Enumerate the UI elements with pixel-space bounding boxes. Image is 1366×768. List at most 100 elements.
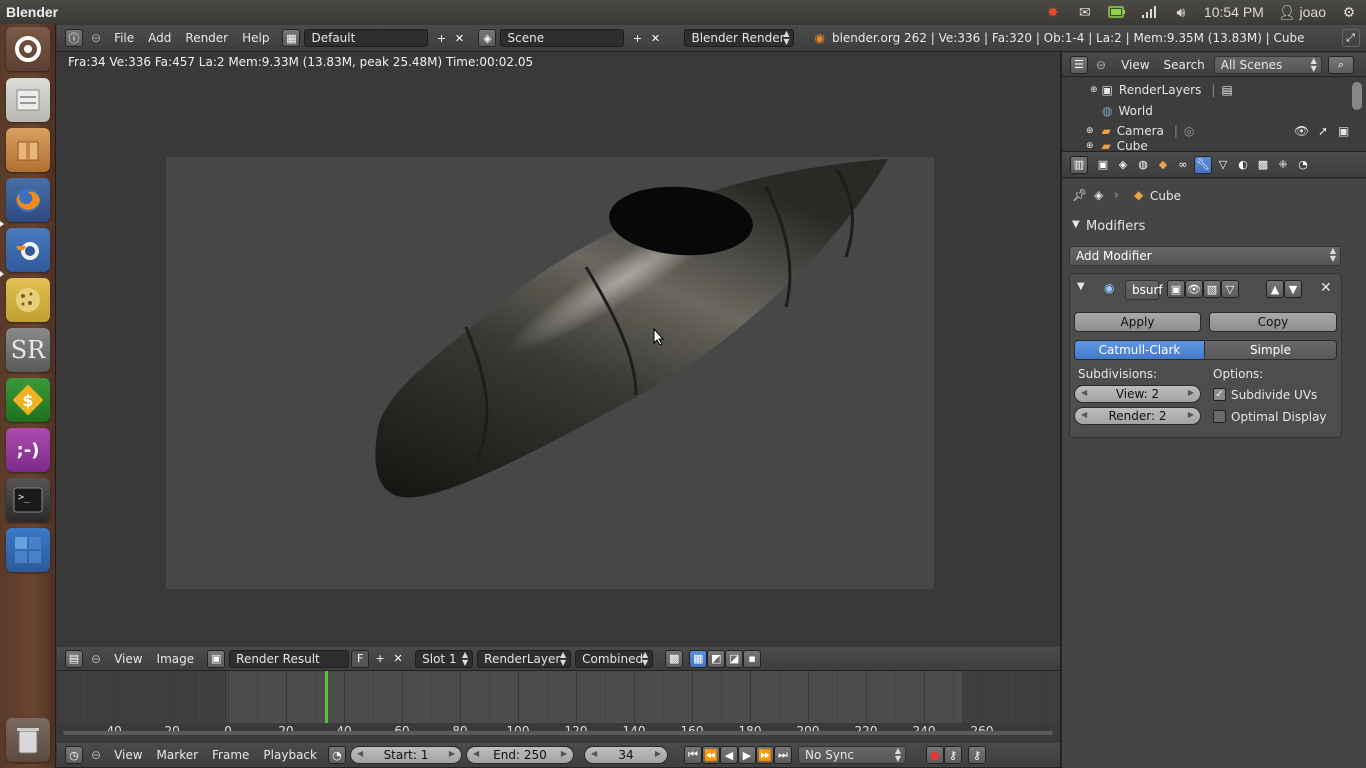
firefox-icon[interactable] [6,178,50,222]
archive-manager-icon[interactable] [6,128,50,172]
scene-icon[interactable]: ◈ [478,29,497,47]
expand-icon[interactable]: ⊕ [1086,126,1094,136]
workspace-switcher-icon[interactable] [6,528,50,572]
editor-type-timeline-icon[interactable]: ◷ [65,746,83,764]
image-name-field[interactable]: Render Result [229,649,350,668]
dash-home-icon[interactable] [6,27,50,71]
money-app-icon[interactable]: $ [6,378,50,422]
new-image-icon[interactable]: + [371,650,389,668]
on-cage-toggle-icon[interactable]: ▽ [1221,280,1239,298]
add-layout-icon[interactable]: + [432,29,450,47]
slot-select[interactable]: Slot 1 ▲ ▼ [415,649,474,668]
search-icon[interactable]: ⌕ [1327,55,1354,74]
expand-icon[interactable]: ⊕ [1086,141,1094,151]
fullscreen-icon[interactable]: ⤢ [1341,29,1360,47]
trash-icon[interactable] [6,718,50,762]
render-engine-select[interactable]: Blender Render ▲ ▼ [684,29,795,47]
sr-app-icon[interactable]: SR [6,328,50,372]
menu-frame[interactable]: Frame [205,748,256,762]
selectability-cursor-icon[interactable]: ➚ [1318,124,1328,138]
copy-button[interactable]: Copy [1209,312,1337,332]
chat-app-icon[interactable]: ;-) [6,428,50,472]
timeline-scrollbar[interactable] [63,731,1053,735]
scene-tab-icon[interactable]: ◈ [1114,156,1132,174]
outliner-item-cube[interactable]: ⊕ ▰ Cube [1062,141,1366,151]
record-icon[interactable]: ● [925,746,944,764]
constraints-tab-icon[interactable]: ∞ [1174,156,1192,174]
fake-user-button[interactable]: F [351,649,370,668]
files-icon[interactable] [6,78,50,122]
modifiers-panel-title[interactable]: Modifiers [1086,219,1145,234]
move-down-icon[interactable]: ▼ [1284,280,1302,298]
terminal-icon[interactable]: >_ [6,478,50,522]
material-tab-icon[interactable]: ◐ [1234,156,1252,174]
menu-image[interactable]: Image [150,652,202,666]
timeline-area[interactable]: -40-200204060801001201401601802002202402… [57,671,1060,741]
cookie-icon[interactable] [6,278,50,322]
outliner-item-renderlayers[interactable]: ⊕ ▣ RenderLayers | ▤ [1062,80,1366,100]
outliner-item-world[interactable]: ◍ World [1062,101,1366,121]
draw-color-alpha-icon[interactable]: ▦ [689,649,708,668]
screen-layout-field[interactable]: Default [304,29,429,47]
editor-type-outliner-icon[interactable]: ☰ [1070,55,1088,74]
area-splitter-horizontal[interactable] [1062,151,1366,152]
jump-end-icon[interactable]: ⏭ [773,746,792,764]
visibility-eye-icon[interactable]: 👁︎ [1294,124,1309,138]
jump-prev-keyframe-icon[interactable]: ⏪ [701,746,720,764]
settings-gear-icon[interactable]: ⚙ [1340,4,1358,20]
simple-option[interactable]: Simple [1204,340,1337,360]
menu-playback[interactable]: Playback [256,748,324,762]
world-tab-icon[interactable]: ◍ [1134,156,1152,174]
physics-tab-icon[interactable]: ◔ [1294,156,1312,174]
menu-search[interactable]: Search [1157,58,1212,72]
pin-icon[interactable]: 📌︎ [1072,188,1087,202]
area-splitter-vertical[interactable] [1060,52,1062,768]
add-scene-icon[interactable]: + [628,29,646,47]
image-browse-icon[interactable]: ▣ [207,649,226,668]
render-result-image[interactable] [166,157,934,589]
keyframe-insert-icon[interactable]: ⚷ [967,746,986,764]
particles-tab-icon[interactable]: ⁜ [1274,156,1292,174]
play-icon[interactable]: ▶ [737,746,756,764]
add-modifier-select[interactable]: Add Modifier ▲ ▼ [1069,246,1341,266]
data-tab-icon[interactable]: ▽ [1214,156,1232,174]
play-reverse-icon[interactable]: ◀ [719,746,738,764]
battery-icon[interactable] [1108,4,1126,20]
clock[interactable]: 10:54 PM [1204,4,1264,20]
network-icon[interactable] [1140,4,1158,20]
editor-type-image-icon[interactable]: ▤ [65,649,83,668]
viewport-eye-icon[interactable]: 👁︎ [1185,280,1203,298]
menu-marker[interactable]: Marker [150,748,205,762]
menu-view[interactable]: View [107,748,149,762]
delete-layout-icon[interactable]: ✕ [450,29,468,47]
editor-type-info-icon[interactable]: ⓘ [65,29,83,47]
render-toggle-icon[interactable]: ▣ [1167,280,1185,298]
jump-next-keyframe-icon[interactable]: ⏩ [755,746,774,764]
panel-collapse-icon[interactable]: ▼ [1072,219,1080,230]
volume-icon[interactable]: 🔊︎ [1172,4,1190,20]
image-editor-viewport[interactable]: Fra:34 Ve:336 Fa:457 La:2 Mem:9.33M (13.… [57,53,1060,646]
object-tab-icon[interactable]: ◆ [1154,156,1172,174]
end-frame-field[interactable]: ◀ End: 250 ▶ [465,746,574,764]
start-frame-field[interactable]: ◀ Start: 1 ▶ [349,746,462,764]
scene-field[interactable]: Scene [500,29,625,47]
apply-button[interactable]: Apply [1074,312,1201,332]
renderability-camera-icon[interactable]: ▣ [1338,124,1349,138]
menu-file[interactable]: File [107,31,141,45]
optimal-display-checkbox[interactable] [1213,410,1226,423]
mail-icon[interactable]: ✉ [1076,4,1094,20]
render-layer-select[interactable]: RenderLayer ▲ ▼ [477,649,572,668]
render-levels-field[interactable]: ◀ Render: 2 ▶ [1074,407,1201,425]
unlink-image-icon[interactable]: ✕ [389,650,407,668]
sync-mode-select[interactable]: No Sync ▲ ▼ [797,746,906,764]
collapse-menu-icon[interactable]: ⊖ [91,652,101,666]
move-up-icon[interactable]: ▲ [1266,280,1284,298]
pin-image-icon[interactable]: ▪ [743,649,762,668]
delete-scene-icon[interactable]: ✕ [646,29,664,47]
blender-icon[interactable] [6,228,50,272]
render-tab-icon[interactable]: ▣ [1094,156,1112,174]
user-menu[interactable]: 👤︎ joao [1278,4,1326,21]
jump-start-icon[interactable]: ⏮ [683,746,702,764]
expand-icon[interactable]: ⊕ [1090,85,1098,95]
outliner-scrollbar[interactable] [1352,82,1362,110]
